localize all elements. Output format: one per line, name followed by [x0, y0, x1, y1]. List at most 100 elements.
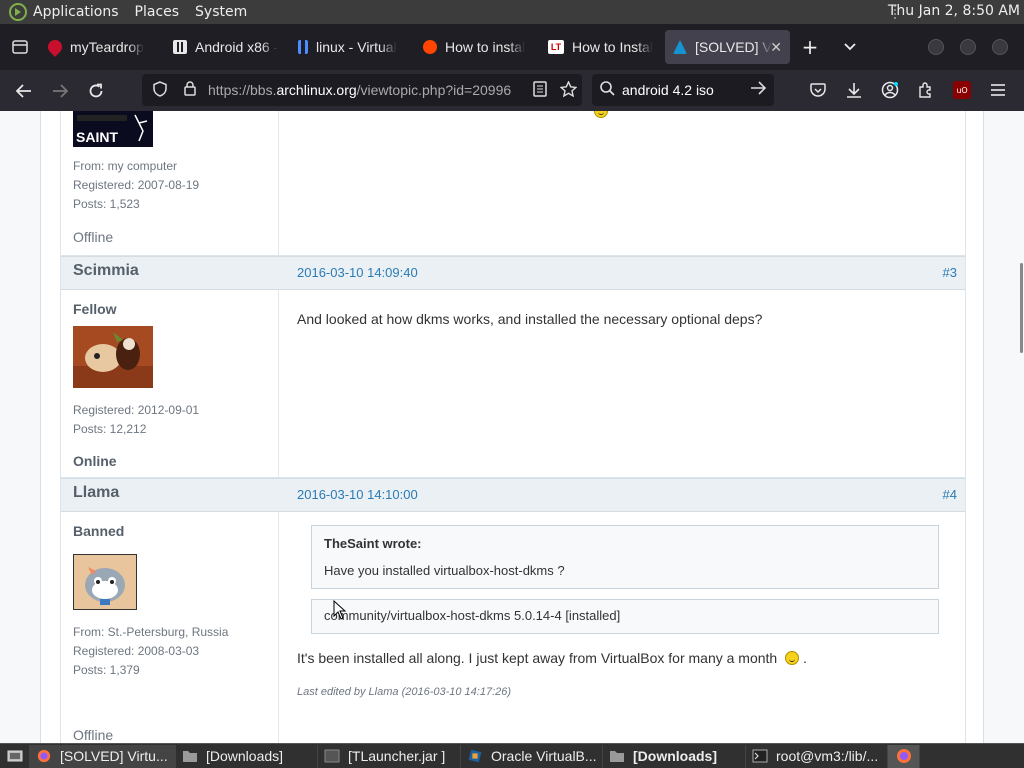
tab-myteardrop[interactable]: myTeardrop	[40, 30, 165, 64]
code-text: community/virtualbox-host-dkms 5.0.14-4 …	[324, 608, 621, 623]
applications-menu[interactable]: Applications	[33, 4, 119, 20]
tab-title: myTeardrop	[70, 39, 144, 55]
reddit-favicon-icon	[423, 40, 437, 54]
panel-clock[interactable]: Thu Jan 2, 8:50 AM	[888, 3, 1020, 19]
taskbar-item-downloads-2[interactable]: [Downloads]	[603, 744, 746, 768]
account-icon	[881, 81, 899, 99]
page-scrollbar[interactable]	[1020, 263, 1023, 353]
account-button[interactable]	[872, 72, 908, 108]
post-3: Scimmia 2016-03-10 14:09:40 #3 Fellow Re…	[60, 256, 966, 478]
terminal-icon	[752, 749, 768, 763]
post-author[interactable]: Llama	[73, 484, 119, 502]
llama-avatar	[73, 554, 137, 610]
search-icon	[592, 81, 622, 99]
post-date-link[interactable]: 2016-03-10 14:10:00	[297, 487, 418, 502]
hamburger-menu-icon	[991, 84, 1005, 96]
reload-icon	[89, 83, 103, 97]
maximize-button[interactable]	[960, 39, 976, 55]
reload-button[interactable]	[78, 73, 114, 109]
gnome-logo-icon[interactable]	[9, 3, 27, 21]
user-title: Banned	[73, 523, 125, 539]
show-desktop-button[interactable]	[0, 744, 30, 768]
folder-icon	[610, 751, 624, 762]
post-author[interactable]: Scimmia	[73, 262, 139, 280]
post-number-link[interactable]: #3	[943, 265, 957, 280]
search-go-button[interactable]	[742, 80, 774, 100]
monkey-avatar-icon	[73, 326, 153, 388]
taskbar-label: [Downloads]	[633, 748, 717, 764]
post-2-registered: Registered: 2007-08-19	[73, 178, 200, 192]
lock-icon[interactable]	[178, 81, 202, 99]
bottom-taskbar: [SOLVED] Virtu... [Downloads] [TLauncher…	[0, 743, 1024, 768]
minimize-button[interactable]	[928, 39, 944, 55]
firefox-launcher-icon	[896, 749, 911, 763]
arrow-right-icon	[53, 83, 68, 98]
browser-tab-strip: myTeardrop Android x86 - linux - Virtual…	[0, 24, 1024, 70]
bookmark-star-icon[interactable]	[554, 79, 582, 100]
taskbar-item-downloads[interactable]: [Downloads]	[176, 744, 318, 768]
shield-icon[interactable]	[148, 80, 172, 100]
places-menu[interactable]: Places	[135, 4, 180, 20]
post-date-link[interactable]: 2016-03-10 14:09:40	[297, 265, 418, 280]
post-number-link[interactable]: #4	[943, 487, 957, 502]
gnome-top-panel: Applications Places System Thu Jan 2, 8:…	[0, 0, 1024, 24]
navigation-toolbar: https://bbs.archlinux.org/viewtopic.php?…	[0, 70, 1024, 111]
app-menu-button[interactable]	[980, 72, 1016, 108]
pocket-button[interactable]	[800, 72, 836, 108]
taskbar-item-tlauncher[interactable]: [TLauncher.jar ]	[318, 744, 461, 768]
tab-solved-active[interactable]: [SOLVED] V ✕	[665, 30, 790, 64]
taskbar-item-terminal[interactable]: root@vm3:/lib/...	[746, 744, 888, 768]
back-button[interactable]	[6, 73, 42, 109]
search-bar[interactable]: android 4.2 iso	[592, 74, 774, 106]
lt-favicon-icon: LT	[548, 40, 564, 54]
extensions-button[interactable]	[908, 72, 944, 108]
taskbar-firefox-launcher[interactable]	[888, 744, 920, 768]
url-suffix: /viewtopic.php?id=20996	[356, 82, 512, 98]
tab-title: linux - Virtual	[316, 39, 397, 55]
tab-android-x86[interactable]: Android x86 -	[165, 30, 290, 64]
java-icon	[324, 749, 340, 763]
post-4-user-info: Banned From: St.-Petersburg, Russia Regi…	[61, 512, 279, 743]
taskbar-item-virtualbox[interactable]: Oracle VirtualB...	[461, 744, 603, 768]
mouse-cursor-icon	[333, 600, 347, 620]
tab-linux-virtual[interactable]: linux - Virtual	[290, 30, 415, 64]
tab-title: [SOLVED] V	[695, 39, 772, 55]
tab-lt-howto[interactable]: LT How to Instal	[540, 30, 665, 64]
post-edited-note: Last edited by Llama (2016-03-10 14:17:2…	[297, 686, 512, 698]
user-status: Online	[73, 453, 117, 469]
user-status: Offline	[73, 727, 114, 743]
url-prefix: https://bbs.	[208, 82, 277, 98]
page-content: SAINT From: my computer Registered: 2007…	[0, 111, 1024, 743]
post-2-user-info: SAINT From: my computer Registered: 2007…	[61, 111, 279, 256]
url-bar[interactable]: https://bbs.archlinux.org/viewtopic.php?…	[142, 74, 582, 106]
smiley-icon	[785, 651, 800, 665]
tab-reddit-howto[interactable]: How to instal	[415, 30, 540, 64]
virtualbox-icon	[468, 749, 482, 763]
quote-author: TheSaint wrote:	[324, 536, 422, 551]
user-registered: Registered: 2012-09-01	[73, 403, 200, 417]
new-tab-button[interactable]: +	[790, 24, 830, 70]
teardrop-favicon-icon	[45, 37, 65, 57]
code-box: community/virtualbox-host-dkms 5.0.14-4 …	[311, 599, 939, 634]
firefox-view-button[interactable]	[0, 24, 40, 70]
list-all-tabs-button[interactable]	[830, 24, 870, 70]
url-text[interactable]: https://bbs.archlinux.org/viewtopic.php?…	[208, 82, 526, 98]
post-3-header: Scimmia 2016-03-10 14:09:40 #3	[61, 256, 965, 290]
reader-view-icon[interactable]	[526, 80, 554, 100]
cartoon-animal-avatar-icon	[74, 555, 136, 609]
close-window-button[interactable]	[992, 39, 1008, 55]
bracket-favicon-icon	[298, 40, 308, 54]
forward-button[interactable]	[42, 73, 78, 109]
ublock-button[interactable]: uO	[944, 72, 980, 108]
url-domain: archlinux.org	[276, 82, 357, 98]
scimmia-avatar	[73, 326, 153, 388]
downloads-button[interactable]	[836, 72, 872, 108]
system-menu[interactable]: System	[195, 4, 247, 20]
taskbar-label: Oracle VirtualB...	[491, 748, 597, 764]
search-input[interactable]: android 4.2 iso	[622, 82, 742, 98]
taskbar-item-firefox[interactable]: [SOLVED] Virtu...	[30, 744, 176, 768]
user-registered: Registered: 2008-03-03	[73, 644, 200, 658]
close-tab-icon[interactable]: ✕	[770, 39, 782, 56]
post-4: Llama 2016-03-10 14:10:00 #4 Banned From…	[60, 478, 966, 743]
taskbar-label: [TLauncher.jar ]	[348, 748, 446, 764]
